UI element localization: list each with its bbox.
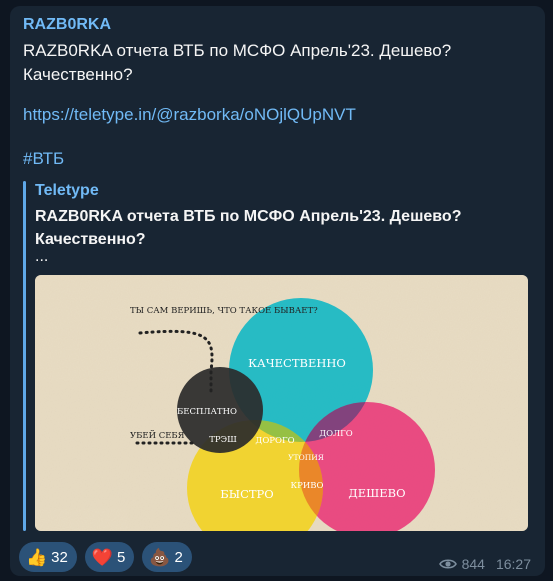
caption-left: УБЕЙ СЕБЯ <box>130 429 185 441</box>
label-trash: ТРЭШ <box>209 435 237 445</box>
hashtag-link[interactable]: #ВТБ <box>23 147 64 171</box>
message-meta: 844 16:27 <box>438 556 531 572</box>
label-expensive: ДОРОГО <box>255 436 294 446</box>
message-text-line-1: RAZB0RKA отчета ВТБ по МСФО Апрель'23. Д… <box>23 41 452 60</box>
link-preview-image[interactable]: ТЫ САМ ВЕРИШЬ, ЧТО ТАКОЕ БЫВАЕТ? УБЕЙ СЕ… <box>35 275 528 531</box>
heart-icon: ❤️ <box>91 547 114 567</box>
reaction-thumbs-up[interactable]: 👍 32 <box>19 542 77 572</box>
link-preview-title[interactable]: RAZB0RKA отчета ВТБ по МСФО Апрель'23. Д… <box>35 205 505 251</box>
label-utopia: УТОПИЯ <box>288 453 324 462</box>
label-long: ДОЛГО <box>319 429 353 439</box>
eye-icon <box>438 559 457 569</box>
poop-icon: 💩 <box>149 547 171 567</box>
label-crooked: КРИВО <box>291 481 324 491</box>
reaction-count: 32 <box>51 548 68 566</box>
reaction-heart[interactable]: ❤️ 5 <box>84 542 135 572</box>
link-preview-accent-bar <box>23 181 26 531</box>
reaction-count: 2 <box>174 548 183 566</box>
link-preview-site-name[interactable]: Teletype <box>35 182 99 200</box>
link-preview-description: ... <box>35 248 49 265</box>
reactions-bar: 👍 32 ❤️ 5 💩 2 <box>19 542 192 572</box>
message-text: RAZB0RKA отчета ВТБ по МСФО Апрель'23. Д… <box>23 39 533 87</box>
channel-name[interactable]: RAZB0RKA <box>23 16 111 34</box>
reaction-poop[interactable]: 💩 2 <box>142 542 192 572</box>
label-free: БЕСПЛАТНО <box>177 407 237 417</box>
caption-top: ТЫ САМ ВЕРИШЬ, ЧТО ТАКОЕ БЫВАЕТ? <box>130 306 318 316</box>
message-link[interactable]: https://teletype.in/@razborka/oNOjlQUpNV… <box>23 103 356 127</box>
label-quality: КАЧЕСТВЕННО <box>248 356 346 370</box>
view-count: 844 <box>461 556 485 572</box>
reaction-count: 5 <box>117 548 126 566</box>
message-text-line-2: Качественно? <box>23 65 133 84</box>
label-cheap: ДЕШЕВО <box>348 486 405 500</box>
thumbs-up-icon: 👍 <box>26 547 48 567</box>
message-time: 16:27 <box>495 556 531 572</box>
label-fast: БЫСТРО <box>220 487 273 501</box>
